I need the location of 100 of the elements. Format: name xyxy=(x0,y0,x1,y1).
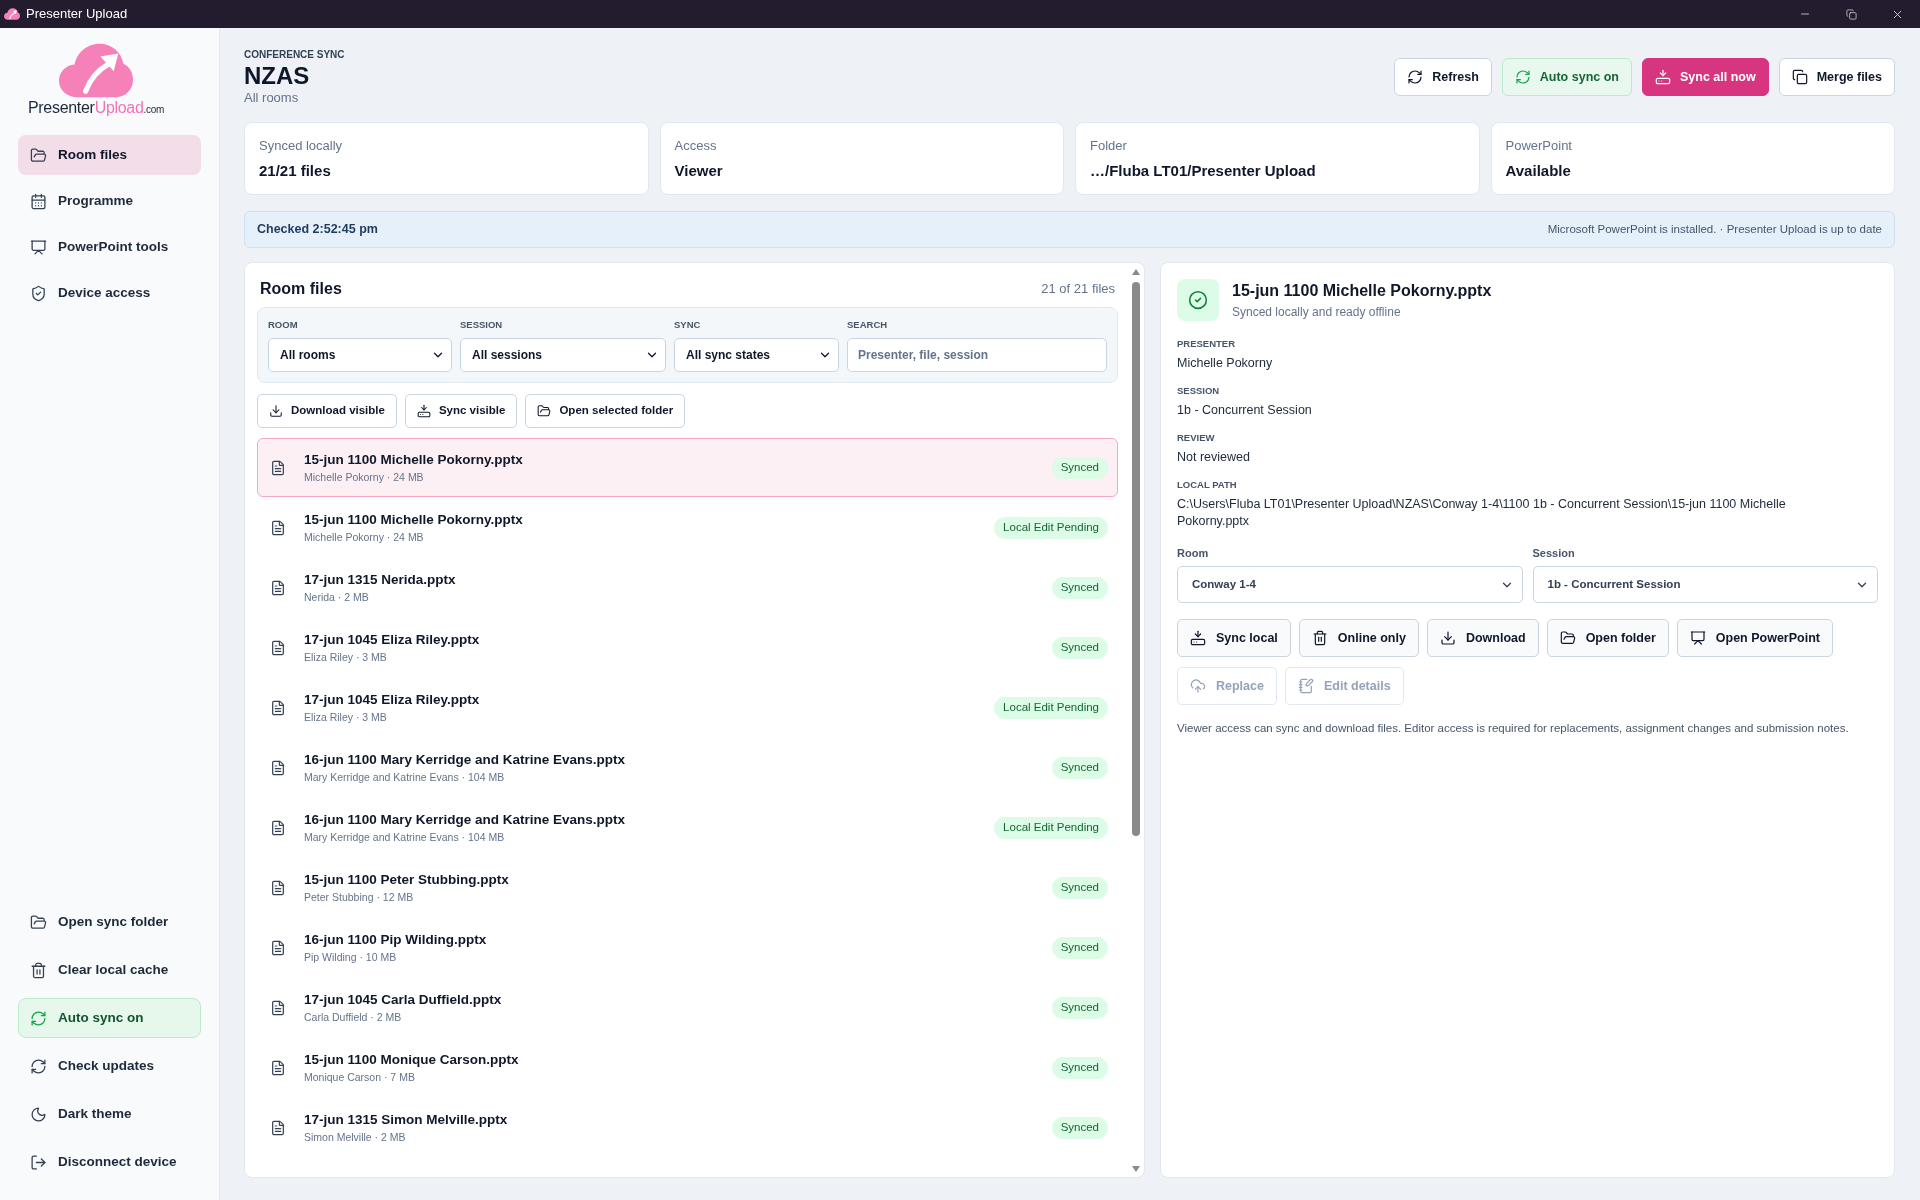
status-badge: Local Edit Pending xyxy=(994,696,1108,719)
refresh-icon xyxy=(30,1057,47,1075)
file-name: 15-jun 1100 Monique Carson.pptx xyxy=(304,1051,519,1068)
stat-value: 21/21 files xyxy=(259,161,332,181)
file-icon xyxy=(270,579,286,596)
folder-icon xyxy=(30,913,47,931)
status-badge: Local Edit Pending xyxy=(994,516,1108,539)
sidebar-action[interactable]: Auto sync on xyxy=(18,998,201,1038)
scroll-down-icon[interactable] xyxy=(1132,1166,1140,1172)
file-icon xyxy=(270,819,286,836)
header-button[interactable]: Merge files xyxy=(1778,58,1895,96)
field-value: 1b - Concurrent Session xyxy=(1177,402,1313,419)
field-label: LOCAL PATH xyxy=(1177,478,1238,492)
detail-action-button[interactable]: Online only xyxy=(1298,619,1419,657)
field-label: PRESENTER xyxy=(1177,337,1237,351)
file-name: 17-jun 1045 Carla Duffield.pptx xyxy=(304,991,502,1008)
file-name: 17-jun 1315 Simon Melville.pptx xyxy=(304,1111,508,1128)
stat-value: Viewer xyxy=(674,161,724,181)
file-name: 16-jun 1100 Mary Kerridge and Katrine Evans.pptx xyxy=(304,751,626,768)
search-field[interactable]: Presenter, file, session xyxy=(847,338,1107,372)
sidebar-item[interactable]: Programme xyxy=(18,181,201,221)
select-label: Room xyxy=(1177,546,1210,560)
file-meta: Monique Carson · 7 MB xyxy=(304,1071,416,1084)
detail-title: 15-jun 1100 Michelle Pokorny.pptx xyxy=(1232,280,1492,301)
detail-select[interactable]: 1b - Concurrent Session xyxy=(1532,566,1878,603)
status-badge: Synced xyxy=(1051,576,1108,599)
detail-action-button[interactable]: Download xyxy=(1426,619,1539,657)
filter-select[interactable]: All rooms xyxy=(268,338,452,372)
file-name: 16-jun 1100 Mary Kerridge and Katrine Evans.pptx xyxy=(304,811,626,828)
folder-icon xyxy=(30,146,47,164)
page-subtitle: All rooms xyxy=(244,90,300,106)
refresh-icon xyxy=(1514,69,1531,85)
detail-subtitle: Synced locally and ready offline xyxy=(1232,303,1402,320)
detail-action-button[interactable]: Open PowerPoint xyxy=(1676,619,1833,657)
status-badge: Local Edit Pending xyxy=(994,816,1108,839)
folder-icon xyxy=(1559,630,1576,646)
file-meta: Simon Melville · 2 MB xyxy=(304,1131,407,1144)
file-name: 15-jun 1100 Michelle Pokorny.pptx xyxy=(304,451,523,468)
download-icon xyxy=(269,404,283,418)
file-meta: Mary Kerridge and Katrine Evans · 104 MB xyxy=(304,771,506,784)
file-meta: Peter Stubbing · 12 MB xyxy=(304,891,415,904)
cloud-upload-icon xyxy=(1190,678,1206,694)
scroll-up-icon[interactable] xyxy=(1132,269,1140,275)
field-value: Michelle Pokorny xyxy=(1177,355,1274,372)
file-name: 17-jun 1045 Eliza Riley.pptx xyxy=(304,631,480,648)
stat-label: Access xyxy=(674,138,718,154)
sidebar-action[interactable]: Dark theme xyxy=(18,1094,201,1134)
file-row[interactable]: 15-jun 1100 Michelle Pokorny.pptx Michelle Pokorny · 24 MB Synced xyxy=(257,438,1118,497)
filter-label: ROOM xyxy=(268,318,299,332)
detail-action-button[interactable]: Open folder xyxy=(1546,619,1669,657)
status-badge: Synced xyxy=(1051,756,1108,779)
sidebar-item[interactable]: Device access xyxy=(18,273,201,313)
file-meta: Carla Duffield · 2 MB xyxy=(304,1011,403,1024)
list-action-button[interactable]: Open selected folder xyxy=(525,394,686,428)
field-label: REVIEW xyxy=(1177,431,1216,445)
header-button[interactable]: Sync all now xyxy=(1641,58,1769,96)
status-badge: Synced xyxy=(1051,1056,1108,1079)
detail-action-button[interactable]: Sync local xyxy=(1177,619,1291,657)
detail-select[interactable]: Conway 1-4 xyxy=(1177,566,1523,603)
file-name: 17-jun 1315 Nerida.pptx xyxy=(304,571,456,588)
header-button[interactable]: Auto sync on xyxy=(1501,58,1632,96)
file-name: 16-jun 1100 Pip Wilding.pptx xyxy=(304,931,487,948)
download-icon xyxy=(1439,630,1456,646)
cloud-logo-icon xyxy=(4,8,20,20)
file-icon xyxy=(270,699,286,716)
stat-label: Folder xyxy=(1090,138,1128,154)
sidebar-item[interactable]: PowerPoint tools xyxy=(18,227,201,267)
filter-label: SEARCH xyxy=(847,318,889,332)
file-icon xyxy=(270,519,286,536)
scrollbar-thumb[interactable] xyxy=(1132,282,1140,836)
access-note: Viewer access can sync and download files. Editor access is required for replacements, assignment changes and submission notes. xyxy=(1177,721,1850,736)
window-title: Presenter Upload xyxy=(26,5,128,24)
status-badge: Synced xyxy=(1051,996,1108,1019)
list-action-button[interactable]: Sync visible xyxy=(404,394,518,428)
file-name: 15-jun 1100 Michelle Pokorny.pptx xyxy=(304,511,523,528)
file-name: 17-jun 1045 Eliza Riley.pptx xyxy=(304,691,480,708)
file-meta: Michelle Pokorny · 24 MB xyxy=(304,531,425,544)
sidebar-action[interactable]: Clear local cache xyxy=(18,950,201,990)
file-meta: Eliza Riley · 3 MB xyxy=(304,651,388,664)
filter-select[interactable]: All sync states xyxy=(674,338,839,372)
sidebar-item[interactable]: Room files xyxy=(18,135,201,175)
header-button[interactable]: Refresh xyxy=(1394,58,1492,96)
eyebrow-label: CONFERENCE SYNC xyxy=(244,48,345,62)
restore-icon[interactable] xyxy=(1845,8,1857,20)
file-count: 21 of 21 files xyxy=(1041,280,1115,299)
stat-label: Synced locally xyxy=(259,138,344,154)
list-action-button[interactable]: Download visible xyxy=(257,394,397,428)
status-badge: Synced xyxy=(1051,936,1108,959)
status-badge: Synced xyxy=(1051,456,1108,479)
logo-wordmark: PresenterUpload.com xyxy=(27,99,165,118)
filter-select[interactable]: All sessions xyxy=(460,338,666,372)
presentation-icon xyxy=(30,238,47,256)
file-icon xyxy=(270,639,286,656)
sidebar-action[interactable]: Open sync folder xyxy=(18,902,201,942)
filter-label: SESSION xyxy=(460,318,504,332)
field-value: Not reviewed xyxy=(1177,449,1251,466)
sidebar-action[interactable]: Check updates xyxy=(18,1046,201,1086)
panel-title: Room files xyxy=(260,279,342,299)
sidebar-action[interactable]: Disconnect device xyxy=(18,1142,201,1182)
tray-download-icon xyxy=(1190,630,1206,646)
